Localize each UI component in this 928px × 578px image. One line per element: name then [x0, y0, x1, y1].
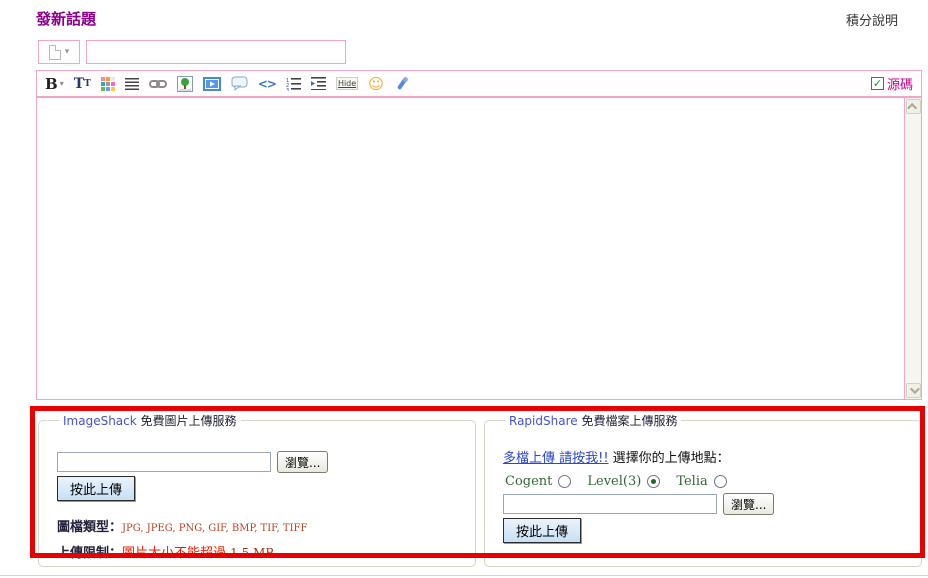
code-icon: <> — [258, 77, 276, 91]
bold-button[interactable]: B▾ — [45, 74, 64, 94]
scroll-down-button[interactable] — [906, 383, 921, 398]
limit-row: 上傳限制：圖片大小不能超過 1.5 MB — [57, 542, 463, 561]
page-icon — [49, 45, 61, 60]
smiley-button[interactable]: ☺ — [368, 74, 384, 94]
quote-icon — [231, 76, 248, 91]
editor-textarea[interactable] — [36, 97, 922, 400]
scroll-up-button[interactable] — [906, 99, 921, 114]
topic-icon-dropdown[interactable]: ▾ — [38, 40, 80, 64]
color-palette-icon — [101, 77, 115, 91]
insert-image-button[interactable] — [177, 74, 193, 94]
align-icon — [125, 78, 139, 90]
mirror-radio-level3[interactable] — [647, 475, 660, 488]
chevron-down-icon: ▾ — [65, 47, 70, 57]
mirror-radio-row: Cogent Level(3) Telia — [503, 474, 909, 489]
font-size-button[interactable]: TT — [74, 74, 91, 94]
hide-button[interactable]: Hide — [336, 74, 358, 94]
hide-icon: Hide — [336, 77, 358, 90]
quote-button[interactable] — [231, 74, 248, 94]
ordered-list-icon: 1 2 3 — [286, 77, 301, 91]
indent-icon — [311, 77, 326, 90]
tool-icon — [394, 76, 409, 92]
video-icon — [203, 77, 221, 91]
multi-upload-row: 多檔上傳 請按我!! 選擇你的上傳地點： — [503, 447, 909, 466]
page-title: 發新話題 — [36, 8, 96, 29]
imageshack-browse-button[interactable]: 瀏覽... — [277, 451, 328, 473]
imageshack-panel: ImageShack 免費圖片上傳服務 瀏覽... 按此上傳 圖檔類型：JPG,… — [38, 412, 476, 567]
imageshack-legend: ImageShack 免費圖片上傳服務 — [59, 412, 241, 429]
footer-divider — [0, 575, 928, 576]
mirror-radio-telia[interactable] — [714, 475, 727, 488]
ordered-list-button[interactable]: 1 2 3 — [286, 74, 301, 94]
code-button[interactable]: <> — [258, 74, 276, 94]
source-checkbox[interactable]: ✓ — [871, 77, 884, 90]
tool-button[interactable] — [394, 74, 409, 94]
post-new-topic-page: 發新話題 積分說明 ▾ B▾ TT — [0, 0, 928, 578]
editor-toolbar: B▾ TT — [36, 70, 922, 97]
chevron-down-icon — [910, 384, 920, 394]
choose-mirror-label: 選擇你的上傳地點： — [613, 451, 730, 466]
rapidshare-file-input[interactable] — [503, 494, 717, 514]
check-icon: ✓ — [873, 78, 882, 89]
imageshack-upload-button[interactable]: 按此上傳 — [57, 476, 135, 501]
rapidshare-panel: RapidShare 免費檔案上傳服務 多檔上傳 請按我!!選擇你的上傳地點： … — [484, 412, 922, 567]
mirror-radio-cogent[interactable] — [558, 475, 571, 488]
link-icon — [149, 78, 167, 90]
credits-link[interactable]: 積分說明 — [846, 10, 898, 29]
rapidshare-upload-button[interactable]: 按此上傳 — [503, 518, 581, 543]
limit-size: 1.5 MB — [230, 546, 274, 560]
insert-video-button[interactable] — [203, 74, 221, 94]
limit-label: 上傳限制： — [57, 546, 122, 561]
mirror-label: Telia — [676, 474, 707, 489]
indent-button[interactable] — [311, 74, 326, 94]
link-button[interactable] — [149, 74, 167, 94]
image-icon — [177, 76, 193, 92]
smiley-icon: ☺ — [368, 76, 384, 92]
align-button[interactable] — [125, 74, 139, 94]
topic-title-input[interactable] — [86, 40, 346, 64]
filetype-value: JPG, JPEG, PNG, GIF, BMP, TIF, TIFF — [122, 523, 307, 534]
multi-upload-link[interactable]: 多檔上傳 請按我!! — [503, 451, 609, 466]
chevron-down-icon: ▾ — [60, 79, 64, 88]
mirror-label: Cogent — [505, 474, 552, 489]
source-label: 源碼 — [887, 74, 913, 93]
filetype-row: 圖檔類型：JPG, JPEG, PNG, GIF, BMP, TIF, TIFF — [57, 516, 463, 535]
editor-scrollbar[interactable] — [904, 98, 921, 399]
mirror-label: Level(3) — [587, 474, 641, 489]
font-color-button[interactable] — [101, 74, 115, 94]
chevron-up-icon — [907, 103, 917, 113]
rapidshare-browse-button[interactable]: 瀏覽... — [723, 493, 774, 515]
bold-icon: B — [45, 75, 58, 93]
svg-text:3: 3 — [286, 88, 289, 91]
rapidshare-legend: RapidShare 免費檔案上傳服務 — [505, 412, 681, 429]
imageshack-file-input[interactable] — [57, 452, 271, 472]
limit-value: 圖片大小不能超過 — [122, 546, 226, 561]
filetype-label: 圖檔類型： — [57, 520, 122, 535]
